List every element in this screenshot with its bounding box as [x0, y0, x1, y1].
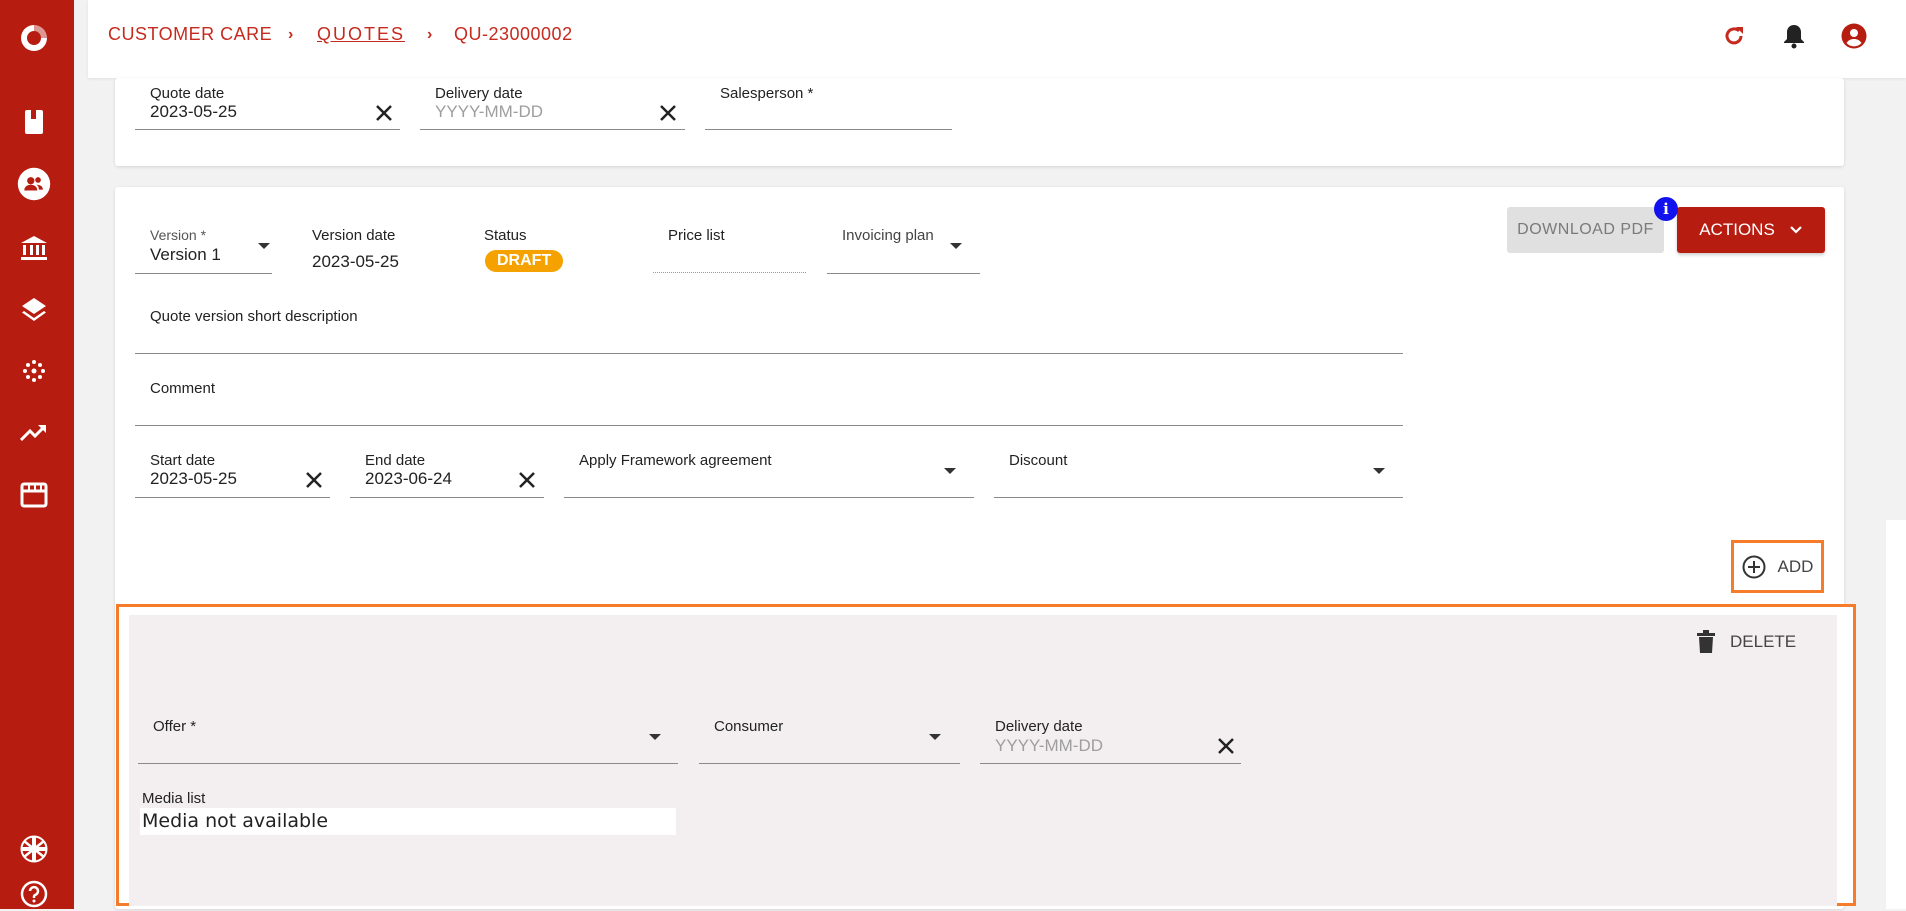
comment-label: Comment [150, 380, 216, 397]
consumer-field[interactable] [699, 763, 960, 764]
top-bar: CUSTOMER CARE › QUOTES › QU-23000002 [88, 0, 1906, 78]
clear-end-date-icon[interactable] [516, 469, 538, 491]
offer-field[interactable] [138, 763, 678, 764]
add-label: ADD [1777, 556, 1814, 576]
layers-icon[interactable] [17, 292, 51, 326]
comment-field[interactable] [135, 425, 1403, 426]
clear-delivery-date-icon[interactable] [657, 102, 679, 124]
short-description-field[interactable] [135, 353, 1403, 354]
delete-button[interactable]: DELETE [1696, 630, 1796, 654]
offer-label: Offer * [153, 718, 197, 735]
discount-label: Discount [1009, 452, 1068, 469]
consumer-dropdown-icon[interactable] [929, 734, 941, 740]
refresh-icon[interactable] [1720, 22, 1748, 50]
delivery-date-underline [420, 129, 685, 130]
delivery-date-label: Delivery date [435, 85, 523, 102]
salesperson-field[interactable] [705, 129, 952, 130]
trash-icon [1697, 630, 1715, 653]
offer-dropdown-icon[interactable] [649, 734, 661, 740]
discount-field[interactable] [994, 497, 1403, 498]
end-date-underline [350, 497, 544, 498]
status-label: Status [484, 227, 527, 244]
price-list-field [653, 272, 806, 273]
offer-delivery-date-label: Delivery date [995, 718, 1083, 735]
breadcrumb-quotes[interactable]: QUOTES [317, 24, 405, 45]
delete-label: DELETE [1730, 632, 1797, 651]
chevron-right-icon: › [288, 26, 294, 43]
version-date-value: 2023-05-25 [312, 252, 399, 271]
version-date-label: Version date [312, 227, 396, 244]
help-icon[interactable] [17, 877, 51, 911]
quote-date-label: Quote date [150, 85, 225, 102]
quote-date-underline [135, 129, 400, 130]
breadcrumb-current: QU-23000002 [454, 24, 573, 44]
start-date-underline [135, 497, 330, 498]
uk-flag-icon[interactable] [17, 832, 51, 866]
app-logo[interactable] [17, 21, 51, 55]
book-icon[interactable] [17, 105, 51, 139]
delivery-date-field[interactable]: YYYY-MM-DD [435, 102, 543, 122]
quote-date-field[interactable]: 2023-05-25 [150, 102, 237, 122]
invoicing-plan-label: Invoicing plan [842, 227, 934, 244]
media-list-value: Media not available [140, 808, 676, 835]
offer-delivery-date-underline [980, 763, 1241, 764]
download-pdf-button[interactable]: DOWNLOAD PDF [1507, 207, 1664, 253]
clear-start-date-icon[interactable] [303, 469, 325, 491]
chevron-right-icon: › [427, 26, 433, 43]
breadcrumb-root[interactable]: CUSTOMER CARE [108, 24, 272, 45]
discount-dropdown-icon[interactable] [1373, 468, 1385, 474]
version-label: Version * [150, 227, 207, 243]
salesperson-label: Salesperson * [720, 85, 814, 102]
sidebar [0, 0, 74, 909]
bell-icon[interactable] [1780, 22, 1808, 50]
framework-field[interactable] [564, 497, 974, 498]
info-badge[interactable]: i [1654, 197, 1678, 221]
consumer-label: Consumer [714, 718, 784, 735]
network-icon[interactable] [17, 354, 51, 388]
offer-delivery-date-field[interactable]: YYYY-MM-DD [995, 736, 1103, 756]
account-icon[interactable] [1840, 22, 1868, 50]
chevron-down-icon [1790, 226, 1802, 234]
invoicing-plan-dropdown-icon[interactable] [950, 243, 962, 249]
version-underline [135, 273, 272, 274]
add-circle-icon [1742, 555, 1766, 578]
customers-icon[interactable] [17, 167, 51, 201]
short-description-label: Quote version short description [150, 308, 358, 325]
store-icon[interactable] [17, 478, 51, 512]
end-date-field[interactable]: 2023-06-24 [365, 469, 452, 489]
version-select[interactable]: Version 1 [150, 245, 221, 265]
start-date-field[interactable]: 2023-05-25 [150, 469, 237, 489]
media-list-label: Media list [142, 790, 206, 807]
end-date-label: End date [365, 452, 426, 469]
actions-button[interactable]: ACTIONS [1677, 207, 1825, 253]
clear-offer-delivery-date-icon[interactable] [1215, 735, 1237, 757]
offer-item-block [116, 604, 1856, 906]
add-button[interactable]: ADD [1731, 540, 1824, 593]
offer-item-panel [129, 615, 1837, 906]
status-badge: DRAFT [485, 250, 564, 272]
invoicing-plan-field[interactable] [827, 273, 980, 274]
actions-label: ACTIONS [1699, 220, 1775, 239]
bank-icon[interactable] [17, 231, 51, 265]
clear-quote-date-icon[interactable] [373, 102, 395, 124]
price-list-label: Price list [668, 227, 725, 244]
page-edge [1886, 520, 1906, 909]
framework-dropdown-icon[interactable] [944, 468, 956, 474]
start-date-label: Start date [150, 452, 216, 469]
version-dropdown-icon[interactable] [258, 243, 270, 249]
quote-header-card: Quote date 2023-05-25 Delivery date YYYY… [115, 78, 1844, 166]
trend-icon[interactable] [17, 416, 51, 450]
framework-label: Apply Framework agreement [579, 452, 772, 469]
